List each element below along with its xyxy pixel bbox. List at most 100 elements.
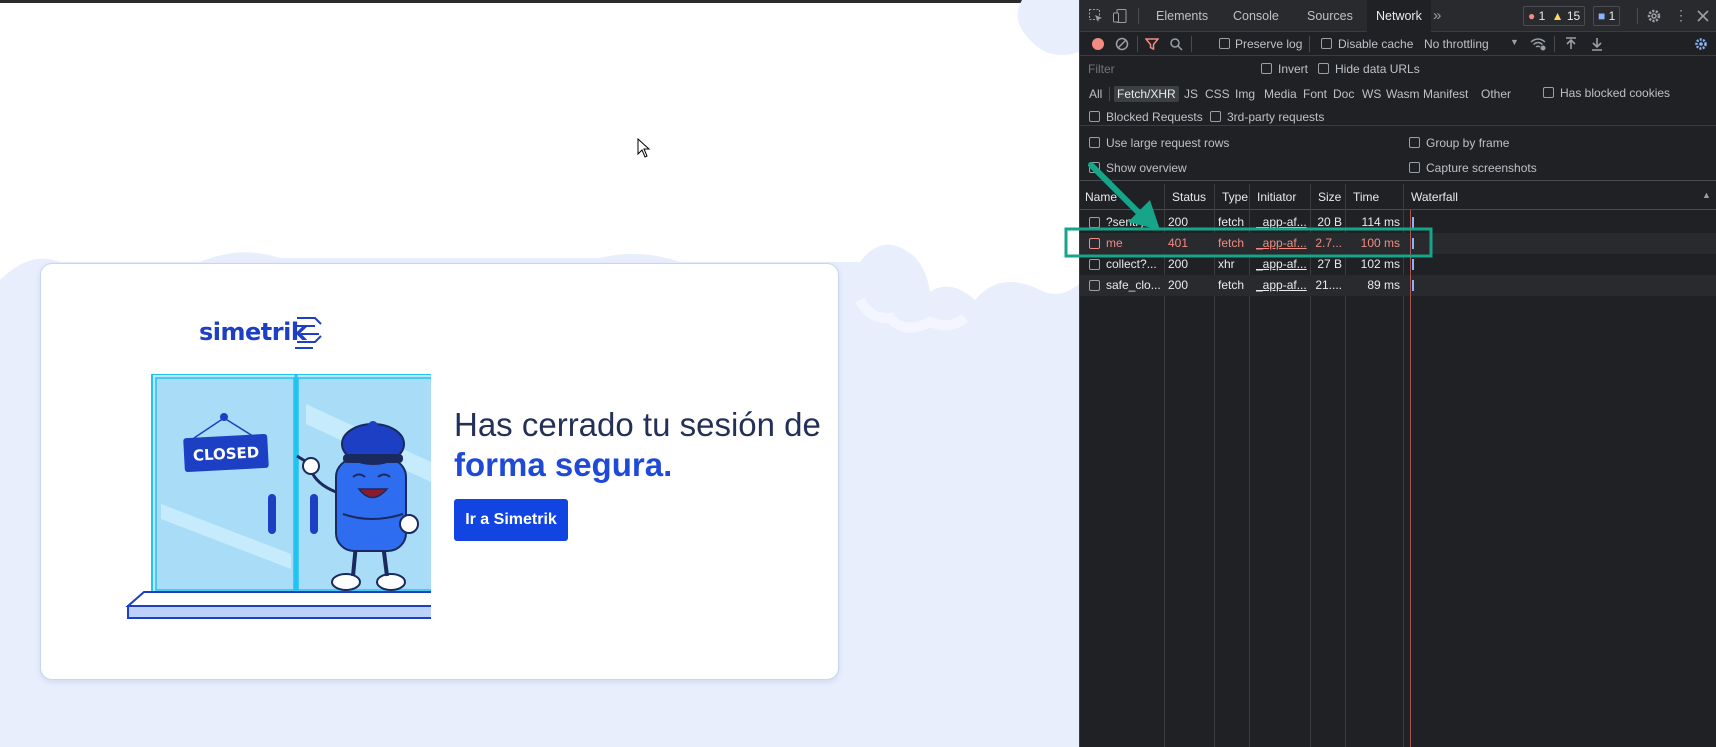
request-status: 200 <box>1168 278 1189 292</box>
request-initiator[interactable]: _app-af... <box>1256 212 1307 233</box>
errors-count: 1 <box>1538 9 1546 23</box>
large-rows-checkbox[interactable] <box>1089 137 1100 148</box>
more-tabs-icon[interactable]: » <box>1424 0 1450 32</box>
capture-screenshots-checkbox[interactable] <box>1409 162 1420 173</box>
invert-label: Invert <box>1278 62 1309 76</box>
kebab-menu-icon[interactable]: ⋮ <box>1674 7 1688 23</box>
record-icon[interactable] <box>1091 37 1105 51</box>
request-size: 20 B <box>1317 215 1342 229</box>
headline-line-1: Has cerrado tu sesión de <box>454 406 821 443</box>
blocked-requests-label: Blocked Requests <box>1106 110 1203 124</box>
network-settings-gear-icon[interactable] <box>1694 37 1708 51</box>
filter-input[interactable] <box>1086 60 1226 78</box>
request-initiator[interactable]: _app-af... <box>1256 275 1307 296</box>
disable-cache-checkbox[interactable] <box>1321 38 1332 49</box>
filter-img[interactable]: Img <box>1232 86 1258 102</box>
filter-icon[interactable] <box>1145 37 1159 51</box>
col-type[interactable]: Type <box>1218 184 1248 210</box>
tab-sources[interactable]: Sources <box>1298 0 1362 32</box>
device-toolbar-icon[interactable] <box>1112 8 1128 24</box>
network-settings-pane: Use large request rows Group by frame Sh… <box>1080 127 1716 181</box>
show-overview-checkbox[interactable] <box>1089 162 1100 173</box>
request-name: safe_clo... <box>1106 278 1161 292</box>
disable-cache-label: Disable cache <box>1338 37 1414 51</box>
third-party-checkbox[interactable] <box>1210 111 1221 122</box>
has-blocked-cookies-checkbox[interactable] <box>1543 87 1554 98</box>
preserve-log-checkbox[interactable] <box>1219 38 1230 49</box>
clear-icon[interactable] <box>1115 37 1129 51</box>
request-row[interactable]: collect?... 200 xhr _app-af... 27 B 102 … <box>1080 254 1716 275</box>
hide-data-urls-checkbox[interactable] <box>1318 63 1329 74</box>
inspect-element-icon[interactable] <box>1088 8 1104 24</box>
has-blocked-cookies-label: Has blocked cookies <box>1560 86 1671 100</box>
waterfall-bar <box>1412 259 1414 270</box>
large-rows-label: Use large request rows <box>1106 136 1230 150</box>
devtools-panel: Elements Console Sources Network » ● 1 ▲… <box>1079 0 1716 747</box>
request-initiator[interactable]: _app-af... <box>1256 233 1307 254</box>
request-type: fetch <box>1218 215 1245 229</box>
group-by-frame-label: Group by frame <box>1426 136 1510 150</box>
request-size: 21.... <box>1315 278 1342 292</box>
preserve-log-label: Preserve log <box>1235 37 1303 51</box>
simetrik-logo: simetrik <box>199 318 307 346</box>
filter-font[interactable]: Font <box>1300 86 1330 102</box>
filter-fetch-xhr[interactable]: Fetch/XHR <box>1114 86 1179 102</box>
mouse-cursor-icon <box>637 138 651 158</box>
tab-elements[interactable]: Elements <box>1147 0 1217 32</box>
logout-message: Has cerrado tu sesión de forma segura. <box>454 405 834 485</box>
invert-checkbox[interactable] <box>1261 63 1272 74</box>
tab-console[interactable]: Console <box>1224 0 1288 32</box>
filter-ws[interactable]: WS <box>1359 86 1384 102</box>
request-type: fetch <box>1218 236 1245 250</box>
warnings-count: 15 <box>1566 9 1581 23</box>
chevron-down-icon[interactable]: ▼ <box>1510 37 1519 47</box>
col-name[interactable]: Name <box>1081 184 1117 210</box>
export-har-icon[interactable] <box>1590 37 1604 51</box>
filter-css[interactable]: CSS <box>1202 86 1233 102</box>
filter-doc[interactable]: Doc <box>1330 86 1357 102</box>
sort-up-icon[interactable]: ▲ <box>1702 190 1711 200</box>
request-row[interactable]: me 401 fetch _app-af... 2.7... 100 ms <box>1080 233 1716 254</box>
show-overview-label: Show overview <box>1106 161 1187 175</box>
filter-media[interactable]: Media <box>1261 86 1300 102</box>
import-har-icon[interactable] <box>1564 37 1578 51</box>
filter-other[interactable]: Other <box>1478 86 1514 102</box>
gear-icon[interactable] <box>1646 8 1662 24</box>
filter-wasm[interactable]: Wasm <box>1383 86 1423 102</box>
error-icon: ● <box>1528 9 1536 23</box>
col-time[interactable]: Time <box>1349 184 1379 210</box>
col-waterfall[interactable]: Waterfall <box>1407 184 1458 210</box>
closed-store-illustration: CLOSED <box>125 374 431 619</box>
close-icon[interactable] <box>1697 10 1709 22</box>
throttling-select[interactable]: No throttling <box>1424 37 1489 51</box>
request-time: 100 ms <box>1360 236 1400 250</box>
messages-count: 1 <box>1608 9 1616 23</box>
blocked-requests-checkbox[interactable] <box>1089 111 1100 122</box>
filter-all[interactable]: All <box>1086 86 1105 102</box>
request-time: 102 ms <box>1360 257 1400 271</box>
group-by-frame-checkbox[interactable] <box>1409 137 1420 148</box>
request-type: xhr <box>1218 257 1235 271</box>
col-initiator[interactable]: Initiator <box>1253 184 1296 210</box>
request-row[interactable]: ?sentry 200 fetch _app-af... 20 B 114 ms <box>1080 212 1716 233</box>
messages-counter[interactable]: ■ 1 <box>1593 6 1621 26</box>
tab-network[interactable]: Network <box>1367 0 1431 32</box>
closed-sign-text: CLOSED <box>192 443 259 464</box>
request-row[interactable]: safe_clo... 200 fetch _app-af... 21.... … <box>1080 275 1716 296</box>
request-initiator[interactable]: _app-af... <box>1256 254 1307 275</box>
request-type-icon <box>1089 259 1100 270</box>
col-size[interactable]: Size <box>1314 184 1341 210</box>
separator <box>1138 8 1139 24</box>
filter-manifest[interactable]: Manifest <box>1420 86 1471 102</box>
separator <box>1109 87 1110 101</box>
third-party-label: 3rd-party requests <box>1227 110 1325 124</box>
separator <box>1554 36 1555 52</box>
col-status[interactable]: Status <box>1168 184 1206 210</box>
devtools-tabbar: Elements Console Sources Network » ● 1 ▲… <box>1080 0 1716 32</box>
go-to-simetrik-button[interactable]: Ir a Simetrik <box>454 499 568 541</box>
network-conditions-icon[interactable] <box>1530 37 1546 51</box>
issues-counter[interactable]: ● 1 ▲ 15 <box>1523 6 1586 26</box>
hide-data-urls-label: Hide data URLs <box>1335 62 1420 76</box>
search-icon[interactable] <box>1169 37 1183 51</box>
filter-js[interactable]: JS <box>1181 86 1201 102</box>
